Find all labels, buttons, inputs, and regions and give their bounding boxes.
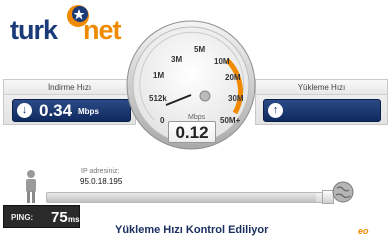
person-icon — [26, 170, 36, 203]
gauge-reading: 0.12 — [168, 121, 216, 143]
ping-value: 75 — [51, 209, 68, 226]
ping-display: PING: 75 ms — [3, 205, 80, 228]
ping-unit: ms — [68, 215, 80, 224]
gauge-tick-512k: 512k — [149, 94, 167, 103]
gauge-tick-1m: 1M — [153, 71, 165, 80]
download-panel: İndirme Hızı ↓ 0.34 Mbps — [3, 79, 136, 125]
upload-display: ↑ — [263, 99, 381, 122]
logo-text-net: net — [83, 15, 121, 45]
download-arrow-icon: ↓ — [17, 103, 32, 118]
gauge-tick-0: 0 — [160, 116, 165, 125]
gauge-unit: Mbps — [188, 114, 206, 121]
progress-track — [46, 192, 331, 203]
ip-value: 95.0.18.195 — [80, 177, 123, 186]
upload-label: Yükleme Hızı — [256, 80, 387, 95]
progress-fill — [47, 193, 316, 202]
gauge-tick-10m: 10M — [214, 57, 230, 66]
download-label: İndirme Hızı — [4, 80, 135, 95]
gauge-tick-5m: 5M — [194, 45, 206, 54]
download-display: ↓ 0.34 Mbps — [12, 99, 131, 122]
upload-arrow-icon: ↑ — [268, 103, 283, 118]
gauge-tick-30m: 30M — [228, 94, 244, 103]
gauge-tick-20m: 20M — [225, 73, 241, 82]
download-unit: Mbps — [78, 107, 99, 116]
globe-icon — [332, 181, 354, 203]
ip-label: IP adresiniz: — [81, 168, 120, 175]
gauge-tick-3m: 3M — [171, 55, 183, 64]
speed-gauge: 0 512k 1M 3M 5M 10M 20M 30M 50M+ Mbps 0.… — [126, 0, 256, 170]
status-text: Yükleme Hızı Kontrol Ediliyor — [115, 224, 269, 236]
download-value: 0.34 — [39, 101, 73, 120]
logo-text-turk: turk — [10, 15, 58, 45]
ping-label: PING: — [11, 213, 34, 222]
upload-panel: Yükleme Hızı ↑ — [255, 79, 388, 125]
gauge-dial — [126, 20, 256, 150]
watermark-logo: eo — [358, 226, 369, 236]
turknet-logo: turk net — [0, 0, 121, 50]
gauge-tick-50m: 50M+ — [220, 116, 241, 125]
